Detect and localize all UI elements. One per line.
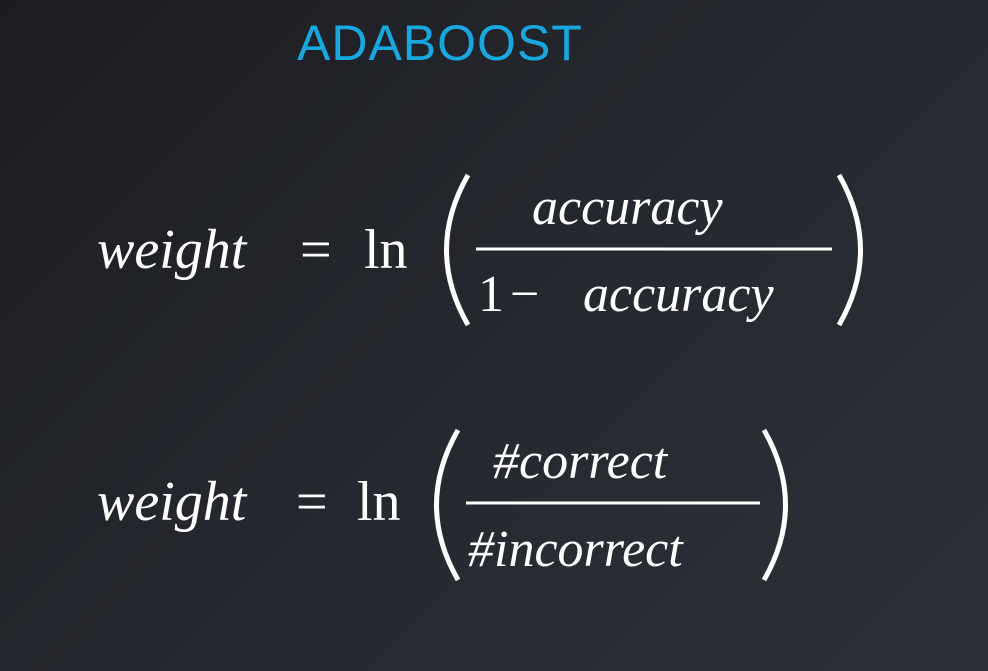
formula1-denominator-minus: −: [510, 266, 539, 323]
formula2-right-paren: [761, 428, 788, 582]
formula1-right-paren: [836, 173, 863, 327]
formula1-denominator-var: accuracy: [583, 266, 774, 323]
formula1-lhs: weight: [97, 219, 248, 281]
formula1-ln: ln: [364, 219, 408, 281]
formula-correct: weight = ln #correct #incorrect: [97, 428, 788, 582]
formula2-denominator: #incorrect: [468, 521, 684, 578]
formula2-ln: ln: [357, 471, 401, 533]
formula2-lhs: weight: [97, 471, 248, 533]
formula2-equals: =: [296, 471, 328, 533]
formula1-equals: =: [300, 219, 332, 281]
formula1-numerator: accuracy: [532, 179, 723, 236]
formulas: weight = ln accuracy 1 − accuracy weight…: [97, 173, 863, 582]
formula-accuracy: weight = ln accuracy 1 − accuracy: [97, 173, 863, 327]
formula1-left-paren: [444, 173, 471, 327]
formula2-left-paren: [434, 428, 461, 582]
formula2-numerator: #correct: [493, 433, 669, 490]
formula1-denominator-one: 1: [478, 266, 504, 323]
